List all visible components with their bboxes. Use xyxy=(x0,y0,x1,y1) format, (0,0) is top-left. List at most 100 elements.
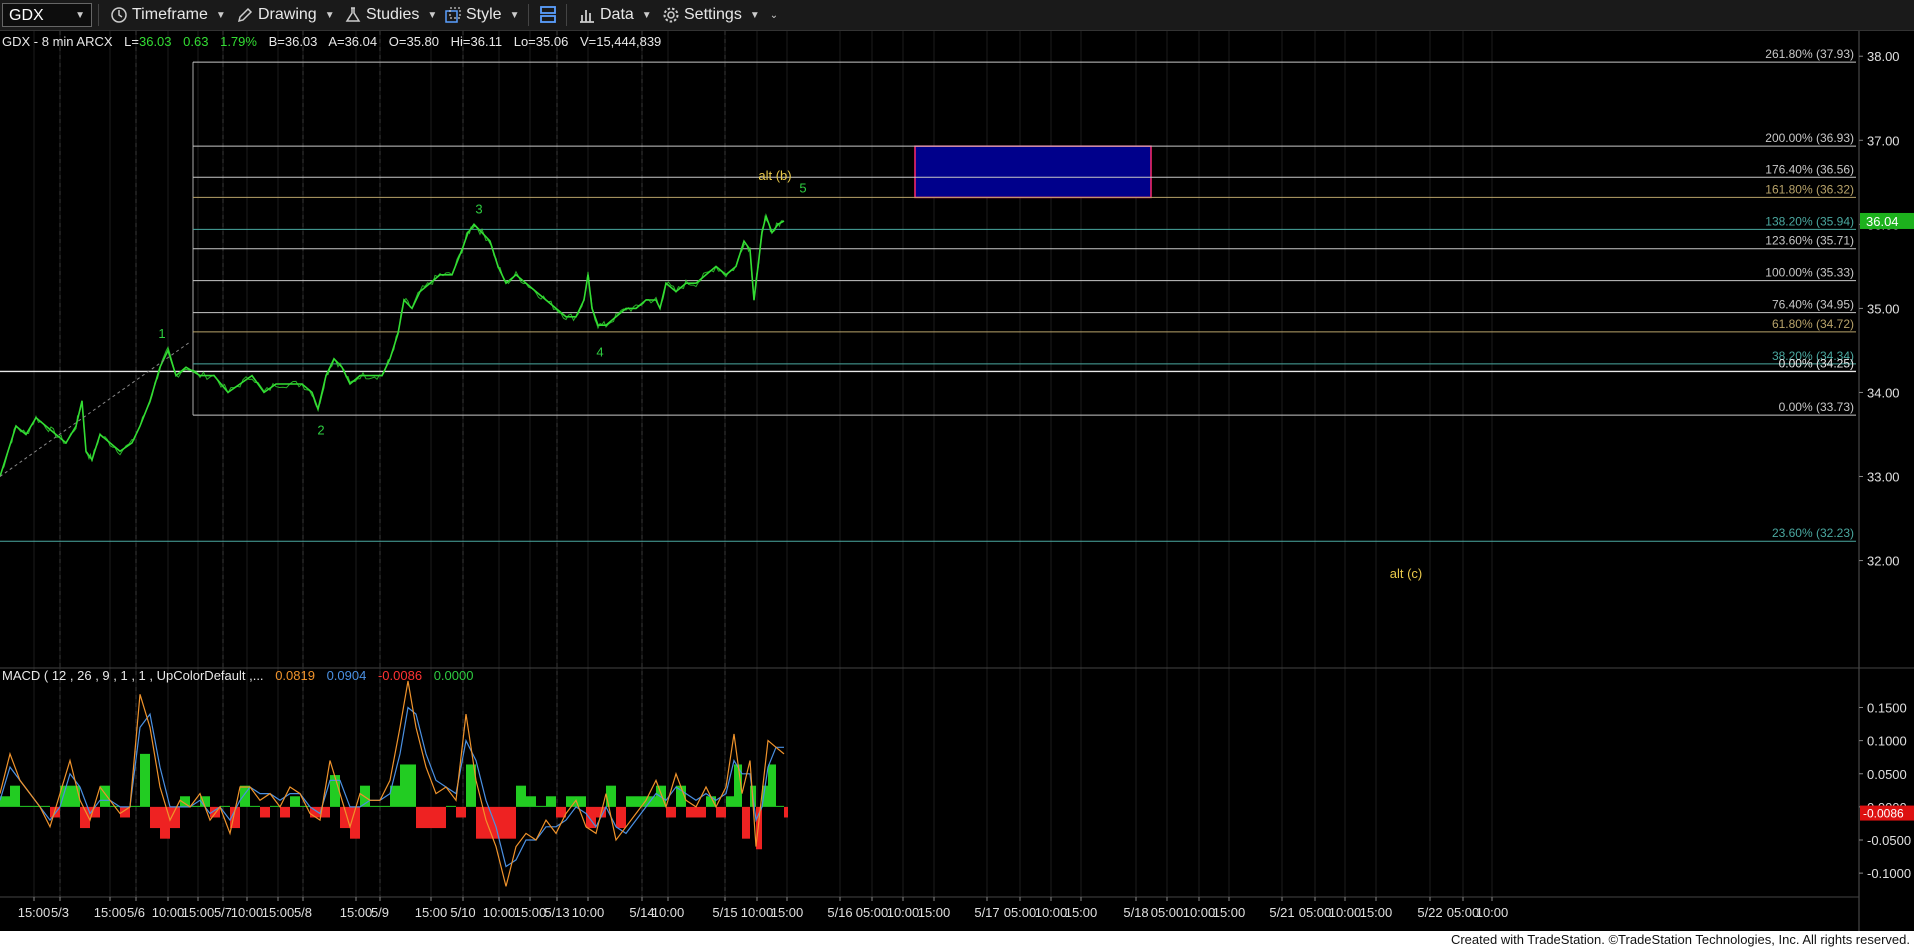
macd-histogram-bar xyxy=(140,753,150,807)
studies-label: Studies xyxy=(366,6,420,23)
price-line-detail xyxy=(0,215,783,477)
change-percent: 1.79% xyxy=(220,34,257,49)
macd-title: MACD ( 12 , 26 , 9 , 1 , 1 , UpColorDefa… xyxy=(2,668,264,683)
fib-level-label: 0.00% (33.73) xyxy=(1779,400,1854,414)
layout-button[interactable] xyxy=(538,0,562,30)
macd-readout-0: 0.0819 xyxy=(275,668,315,683)
time-tick-label: 10:00 xyxy=(152,905,185,920)
low-label: Lo= xyxy=(514,34,536,49)
macd-histogram-bar xyxy=(150,806,160,829)
fib-level-label: 261.80% (37.93) xyxy=(1765,47,1854,61)
drawing-label: Drawing xyxy=(258,6,317,23)
time-tick-label: 05:00 xyxy=(1299,905,1332,920)
macd-histogram-bar xyxy=(380,805,390,807)
fib-level-label: 200.00% (36.93) xyxy=(1765,131,1854,145)
chevron-down-icon: ▼ xyxy=(509,9,520,21)
fib-level-label: 0.00% (34.25) xyxy=(1779,356,1854,370)
high-label: Hi= xyxy=(451,34,471,49)
wave-label: 1 xyxy=(158,326,165,341)
time-tick-label: 10:00 xyxy=(1183,905,1216,920)
low-value: 35.06 xyxy=(536,34,569,49)
fib-level-label: 76.40% (34.95) xyxy=(1772,298,1854,312)
data-menu[interactable]: Data ▼ xyxy=(578,0,652,30)
macd-histogram-bar xyxy=(784,806,788,818)
macd-histogram-bar xyxy=(516,785,526,807)
last-price-tag: 36.04 xyxy=(1860,212,1914,229)
fib-level-label: 61.80% (34.72) xyxy=(1772,317,1854,331)
style-menu[interactable]: Style ▼ xyxy=(444,0,519,30)
macd-histogram-bar xyxy=(726,796,734,807)
toolbar-divider xyxy=(98,4,99,26)
panels-icon xyxy=(540,6,556,23)
fib-level-label: 138.20% (35.94) xyxy=(1765,214,1854,228)
macd-readout-1: 0.0904 xyxy=(327,668,367,683)
price-tick-label: 38.00 xyxy=(1867,49,1900,64)
macd-histogram-bar xyxy=(30,805,40,807)
wave-label: alt (b) xyxy=(758,168,791,183)
drawing-menu[interactable]: Drawing ▼ xyxy=(236,0,335,30)
time-tick-label: 15:00 xyxy=(18,905,51,920)
open-label: O= xyxy=(389,34,407,49)
time-tick-label: 10:00 xyxy=(231,905,264,920)
timeframe-label: Timeframe xyxy=(132,6,208,23)
macd-histogram-bar xyxy=(456,806,466,818)
macd-histogram-bar xyxy=(220,805,230,807)
toolbar: GDX ▼ Timeframe ▼ Drawing ▼ Studies ▼ St… xyxy=(0,0,1914,31)
macd-histogram-bar xyxy=(776,805,784,807)
chevron-down-icon: ▼ xyxy=(324,9,335,21)
time-tick-label: 5/17 xyxy=(974,905,999,920)
footer-copyright: Created with TradeStation. ©TradeStation… xyxy=(0,931,1914,949)
macd-tick-label: -0.1000 xyxy=(1867,866,1911,881)
chart-area[interactable]: 261.80% (37.93) 200.00% (36.93) 1 76.40% (3… xyxy=(0,31,1914,931)
macd-histogram-bar xyxy=(742,806,750,839)
macd-axis[interactable]: 0.15000.10000.05000.0000-0.0500-0.1000 xyxy=(1859,701,1911,882)
macd-histogram xyxy=(0,753,788,850)
macd-histogram-bar xyxy=(768,764,776,807)
open-value: 35.80 xyxy=(406,34,439,49)
time-tick-label: 15:00 xyxy=(771,905,804,920)
time-tick-label: 5/16 xyxy=(827,905,852,920)
bid-label: B= xyxy=(269,34,285,49)
macd-histogram-bar xyxy=(270,805,280,807)
timeframe-menu[interactable]: Timeframe ▼ xyxy=(110,0,226,30)
macd-header: MACD ( 12 , 26 , 9 , 1 , 1 , UpColorDefa… xyxy=(2,668,473,683)
chevron-down-icon: ▼ xyxy=(749,9,760,21)
macd-tick-label: 0.1000 xyxy=(1867,734,1907,749)
macd-histogram-bar xyxy=(408,764,416,807)
macd-histogram-bar xyxy=(10,785,20,807)
chevron-down-icon: ▼ xyxy=(75,10,85,21)
macd-histogram-bar xyxy=(546,796,556,807)
macd-histogram-bar xyxy=(260,806,270,818)
time-tick-label: 15:00 xyxy=(262,905,295,920)
chevron-down-icon: ▼ xyxy=(641,9,652,21)
macd-histogram-bar xyxy=(616,806,626,829)
macd-last-tag: -0.0086 xyxy=(1860,805,1914,821)
macd-tick-label: 0.1500 xyxy=(1867,701,1907,716)
macd-histogram-bar xyxy=(400,764,408,807)
time-tick-label: 15:00 xyxy=(415,905,448,920)
price-axis[interactable]: 38.0037.0036.0035.0034.0033.0032.00 xyxy=(1859,49,1900,569)
symbol-selector[interactable]: GDX ▼ xyxy=(2,3,92,27)
macd-histogram-bar xyxy=(686,806,696,818)
macd-histogram-bar xyxy=(130,805,140,807)
chart-grid xyxy=(33,31,1493,897)
time-tick-label: 15:00 xyxy=(1213,905,1246,920)
time-tick-label: 5/7 xyxy=(214,905,232,920)
time-tick-label: 5/8 xyxy=(294,905,312,920)
macd-tick-label: -0.0500 xyxy=(1867,833,1911,848)
fib-level-label: 123.60% (35.71) xyxy=(1765,234,1854,248)
bid-value: 36.03 xyxy=(285,34,318,49)
last-price-text: 36.04 xyxy=(1866,214,1899,229)
flask-icon xyxy=(345,7,361,22)
bar-chart-icon xyxy=(580,10,594,23)
ask-label: A= xyxy=(328,34,344,49)
wave-label: 3 xyxy=(475,201,482,216)
clock-icon xyxy=(111,7,127,23)
settings-menu[interactable]: Settings ▼ ⌄ xyxy=(662,0,778,30)
macd-histogram-bar xyxy=(526,796,536,807)
target-box xyxy=(914,145,1152,199)
time-tick-label: 10:00 xyxy=(741,905,774,920)
time-axis[interactable]: 15:00 5/3 15:00 5/6 10:0015:00 5/710:0015:00 5… xyxy=(18,897,1509,920)
studies-menu[interactable]: Studies ▼ xyxy=(344,0,437,30)
time-tick-label: 05:00 xyxy=(856,905,889,920)
